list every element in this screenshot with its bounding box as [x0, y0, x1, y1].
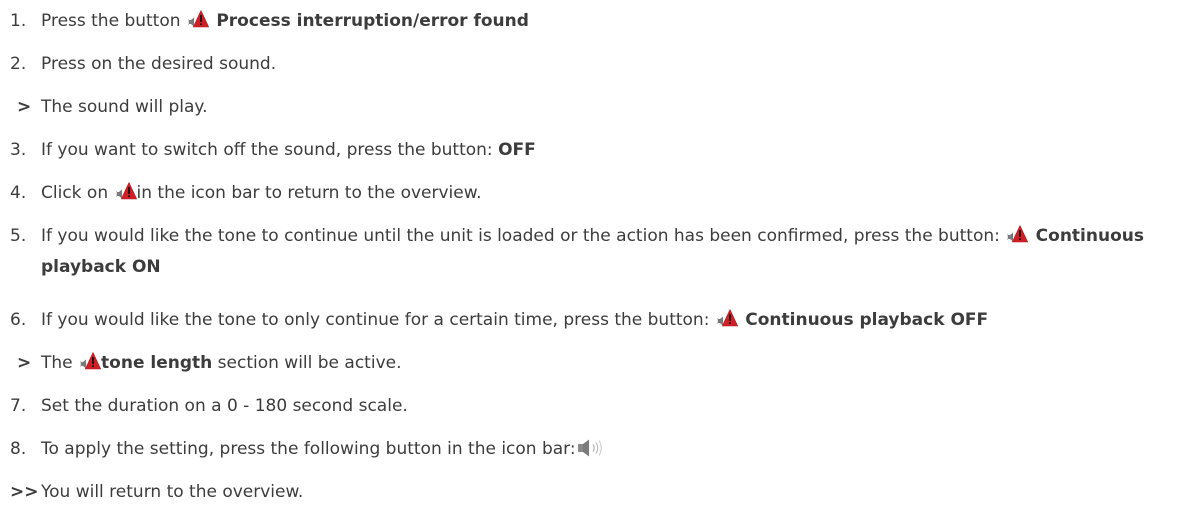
- step-text: If you would like the tone to only conti…: [41, 310, 715, 330]
- step-text: Set the duration on a 0 - 180 second sca…: [41, 396, 408, 416]
- step-text: Press the button: [41, 11, 186, 31]
- step-number: 5.: [10, 226, 27, 246]
- result-marker: >: [17, 353, 32, 373]
- button-name: Continuous playback OFF: [745, 310, 989, 330]
- step-number: 3.: [10, 140, 27, 160]
- alarm-sound-warning-icon: [188, 10, 209, 28]
- step-number: 8.: [10, 439, 27, 459]
- step-number: 4.: [10, 183, 27, 203]
- alarm-sound-warning-icon: [116, 182, 137, 200]
- alarm-sound-warning-icon: [80, 352, 101, 370]
- result-marker: >: [17, 97, 32, 117]
- speaker-volume-icon: [577, 439, 607, 457]
- step-number: 7.: [10, 396, 27, 416]
- step-text: The sound will play.: [41, 97, 208, 117]
- step-text: You will return to the overview.: [41, 482, 304, 502]
- step-text: Press on the desired sound.: [41, 54, 277, 74]
- button-name: OFF: [498, 140, 536, 160]
- step-text: If you want to switch off the sound, pre…: [41, 140, 499, 160]
- step-text: If you would like the tone to continue u…: [41, 226, 1006, 246]
- step-text: Click on: [41, 183, 114, 203]
- result-marker: >>: [10, 482, 39, 502]
- step-text: section will be active.: [212, 353, 402, 373]
- section-name: tone length: [101, 353, 213, 373]
- alarm-sound-warning-icon: [1007, 225, 1028, 243]
- step-number: 1.: [10, 11, 27, 31]
- alarm-sound-warning-icon: [717, 309, 738, 327]
- step-text: The: [41, 353, 79, 373]
- step-number: 6.: [10, 310, 27, 330]
- button-name: Process interruption/error found: [216, 11, 529, 31]
- step-text: To apply the setting, press the followin…: [41, 439, 576, 459]
- step-number: 2.: [10, 54, 27, 74]
- step-text: in the icon bar to return to the overvie…: [136, 183, 482, 203]
